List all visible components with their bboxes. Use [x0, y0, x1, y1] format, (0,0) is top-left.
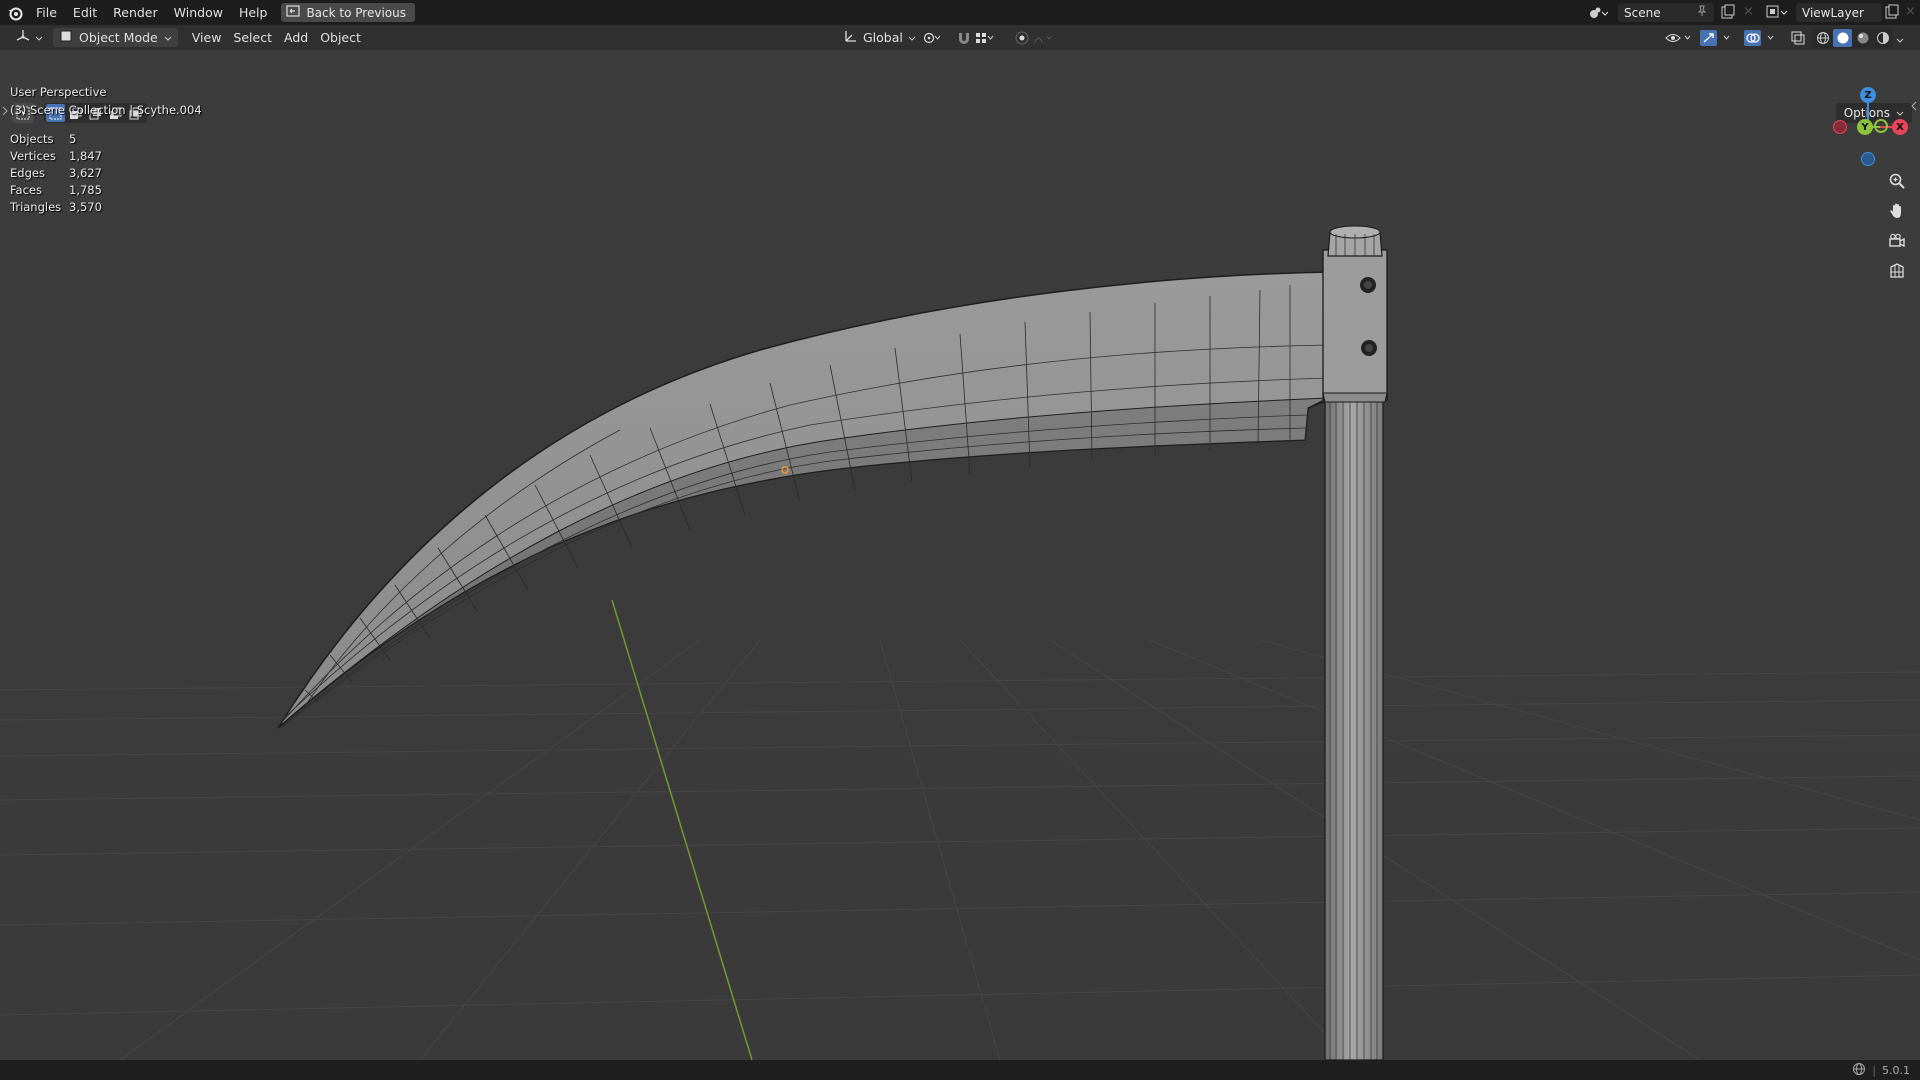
scene-statistics: Objects 5 Vertices 1,847 Edges 3,627 Faces 1… — [10, 131, 102, 216]
viewlayer-name: ViewLayer — [1802, 5, 1864, 20]
blender-version: 5.0.1 — [1882, 1063, 1910, 1077]
scythe-collar — [1322, 225, 1388, 403]
navigation-gizmo[interactable]: Z X Y — [1828, 85, 1908, 166]
menu-window[interactable]: Window — [166, 0, 231, 25]
stat-label: Objects — [10, 131, 54, 146]
menu-file[interactable]: File — [28, 0, 65, 25]
top-bar: File Edit Render Window Help Back to Pre… — [0, 0, 1920, 25]
viewlayer-name-field[interactable]: ViewLayer — [1796, 3, 1882, 22]
stat-value: 3,627 — [69, 165, 102, 180]
material-shading-icon[interactable] — [1853, 29, 1872, 47]
visibility-selectability-icon[interactable] — [1664, 28, 1694, 48]
new-scene-icon[interactable] — [1720, 4, 1736, 23]
menu-help[interactable]: Help — [231, 0, 276, 25]
toolbar-toggle-chevron-icon[interactable] — [2, 105, 8, 119]
new-viewlayer-icon[interactable] — [1884, 4, 1900, 23]
xray-toggle-icon[interactable] — [1788, 28, 1808, 48]
3d-viewport[interactable]: Options User Perspective (3) Scene Colle… — [0, 50, 1920, 1060]
snap-magnet-icon[interactable] — [954, 28, 974, 48]
menu-edit[interactable]: Edit — [65, 0, 105, 25]
gizmo-neg-x-axis[interactable] — [1833, 120, 1847, 134]
gizmo-toggle-icon[interactable] — [1700, 28, 1736, 48]
orientation-label: Global — [863, 30, 903, 45]
viewport-scene — [0, 225, 1920, 1060]
stat-row: Faces 1,785 — [10, 182, 102, 199]
stat-row: Triangles 3,570 — [10, 199, 102, 216]
object-mode-label: Object Mode — [79, 30, 158, 45]
viewport-header: Object Mode View Select Add Object Globa… — [0, 25, 1920, 50]
menu-select[interactable]: Select — [227, 28, 278, 47]
3d-viewport-icon — [14, 28, 32, 47]
pivot-point-icon[interactable] — [922, 28, 942, 48]
stat-label: Triangles — [10, 199, 62, 214]
wireframe-shading-icon[interactable] — [1813, 29, 1832, 47]
overlays-toggle-icon[interactable] — [1744, 28, 1780, 48]
proportional-editing-icon[interactable] — [1012, 28, 1032, 48]
stat-row: Edges 3,627 — [10, 165, 102, 182]
y-axis-line — [611, 599, 753, 1060]
stat-label: Faces — [10, 182, 42, 197]
rendered-shading-icon[interactable] — [1873, 29, 1892, 47]
floor-grid — [0, 639, 1920, 1060]
gizmo-z-axis[interactable]: Z — [1860, 87, 1876, 103]
menu-view[interactable]: View — [186, 28, 228, 47]
camera-view-icon[interactable] — [1885, 229, 1909, 253]
chevron-down-icon — [164, 30, 172, 45]
orientation-axes-icon — [844, 29, 858, 46]
perspective-label: User Perspective — [10, 85, 107, 99]
collection-label: (3) Scene Collection | Scythe.004 — [10, 103, 202, 117]
solid-shading-icon[interactable] — [1833, 29, 1852, 47]
stat-row: Vertices 1,847 — [10, 148, 102, 165]
menu-add[interactable]: Add — [278, 28, 314, 47]
pan-hand-icon[interactable] — [1885, 199, 1909, 223]
status-separator: | — [1872, 1063, 1876, 1077]
orthographic-grid-icon[interactable] — [1885, 259, 1909, 283]
status-bar: | 5.0.1 — [0, 1060, 1920, 1080]
shading-mode-group — [1812, 28, 1893, 48]
back-to-previous-button[interactable]: Back to Previous — [281, 3, 415, 22]
falloff-curve-icon[interactable] — [1034, 28, 1054, 48]
stat-label: Edges — [10, 165, 45, 180]
shading-options-chevron-icon[interactable] — [1896, 33, 1904, 47]
transform-orientation-dropdown[interactable]: Global — [838, 28, 922, 47]
stat-value: 1,847 — [69, 148, 102, 163]
scythe-handle — [1324, 394, 1384, 1060]
scene-name-field[interactable]: Scene — [1618, 3, 1714, 22]
snap-increment-icon[interactable] — [975, 28, 995, 48]
network-globe-icon[interactable] — [1852, 1062, 1866, 1079]
zoom-icon[interactable] — [1885, 169, 1909, 193]
delete-scene-icon[interactable]: × — [1743, 4, 1754, 19]
object-mode-dropdown[interactable]: Object Mode — [53, 28, 178, 47]
pin-icon[interactable] — [1696, 5, 1708, 20]
scythe-blade — [277, 271, 1331, 729]
back-window-icon — [286, 5, 301, 20]
blender-logo-icon[interactable] — [2, 0, 28, 25]
gizmo-x-axis[interactable]: X — [1892, 119, 1908, 135]
gizmo-y-axis[interactable]: Y — [1857, 119, 1873, 135]
sidebar-toggle-chevron-icon[interactable] — [1910, 100, 1918, 114]
scene-name: Scene — [1624, 5, 1661, 20]
gizmo-neg-z-axis[interactable] — [1861, 152, 1875, 166]
back-to-previous-label: Back to Previous — [306, 5, 406, 20]
scene-browse-icon[interactable] — [1588, 3, 1610, 22]
chevron-down-icon — [35, 30, 43, 45]
stat-label: Vertices — [10, 148, 56, 163]
menu-render[interactable]: Render — [105, 0, 166, 25]
object-mode-icon — [59, 29, 73, 46]
stat-value: 5 — [69, 131, 77, 146]
menu-object[interactable]: Object — [314, 28, 367, 47]
viewlayer-browse-icon[interactable] — [1766, 4, 1788, 23]
delete-viewlayer-icon[interactable]: × — [1905, 4, 1916, 19]
stat-value: 1,785 — [69, 182, 102, 197]
stat-value: 3,570 — [69, 199, 102, 214]
stat-row: Objects 5 — [10, 131, 102, 148]
editor-type-button[interactable] — [8, 28, 49, 47]
chevron-down-icon — [908, 30, 916, 45]
gizmo-neg-y-axis[interactable] — [1874, 119, 1888, 133]
